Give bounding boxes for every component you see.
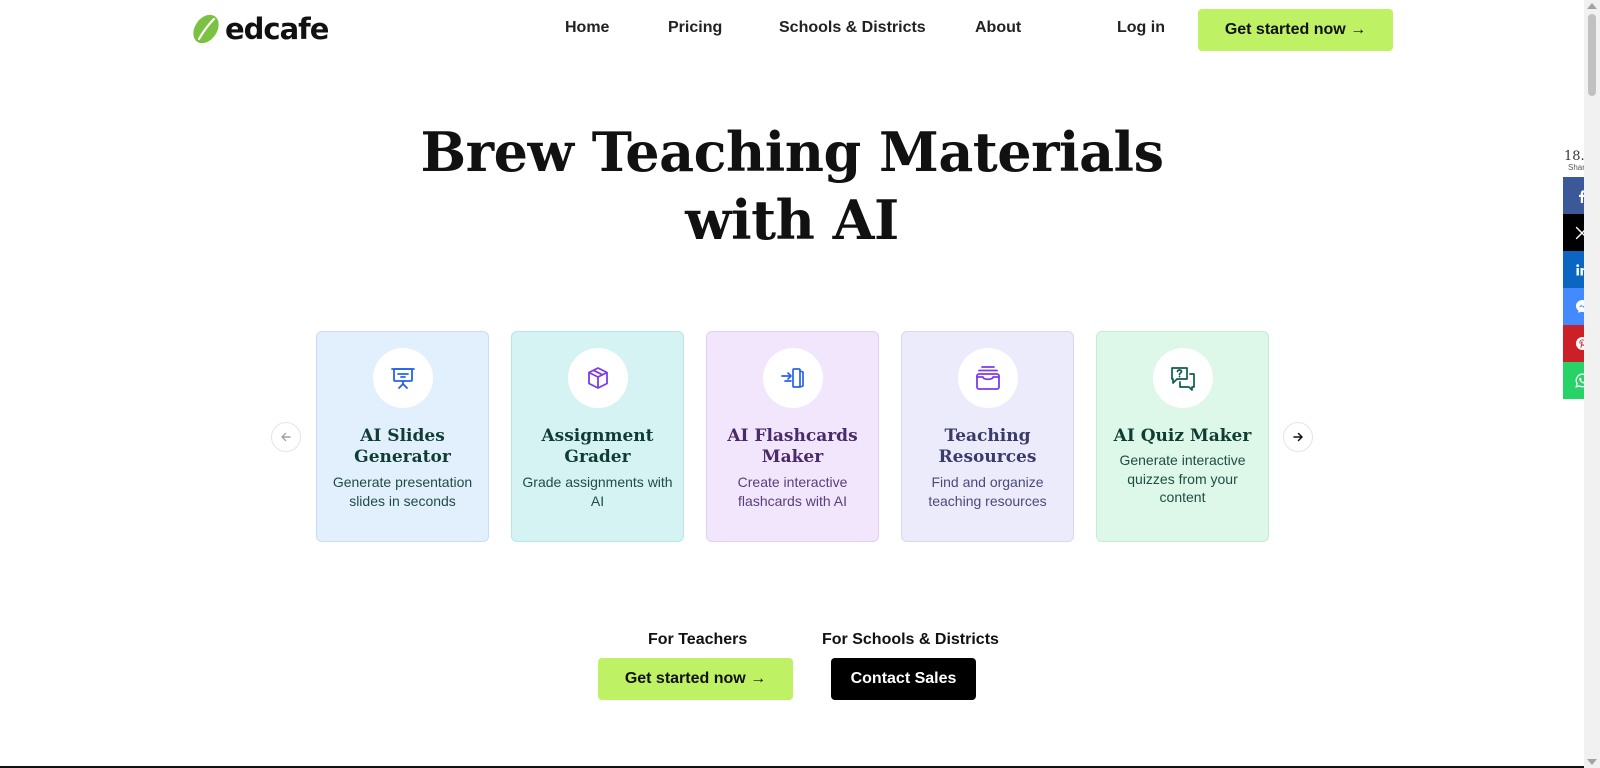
card-description: Grade assignments with AI — [522, 474, 673, 509]
header-get-started-button[interactable]: Get started now → — [1198, 9, 1393, 51]
carousel-next-button[interactable] — [1283, 422, 1313, 452]
teachers-get-started-button[interactable]: Get started now → — [598, 658, 793, 700]
page-scrollbar[interactable] — [1584, 0, 1600, 768]
card-description: Generate interactive quizzes from your c… — [1119, 452, 1246, 505]
arrow-right-icon — [1293, 432, 1303, 442]
for-teachers-label: For Teachers — [648, 631, 748, 648]
contact-sales-button[interactable]: Contact Sales — [831, 658, 976, 700]
hero-title: Brew Teaching Materials with AI — [0, 118, 1584, 254]
card-assignment-grader[interactable]: Assignment Grader Grade assignments with… — [511, 331, 684, 542]
archive-box-icon — [976, 366, 1000, 390]
for-schools-label: For Schools & Districts — [822, 631, 999, 648]
card-teaching-resources[interactable]: Teaching Resources Find and organize tea… — [901, 331, 1074, 542]
nav-schools-districts[interactable]: Schools & Districts — [779, 19, 926, 37]
arrow-left-icon — [281, 432, 291, 442]
card-icon-wrap — [373, 348, 433, 408]
card-description: Find and organize teaching resources — [928, 474, 1047, 509]
cube-icon — [588, 367, 608, 389]
hero-title-line-2: with AI — [685, 188, 899, 252]
card-description: Generate presentation slides in seconds — [332, 474, 473, 509]
card-title: AI Flashcards Maker — [727, 426, 858, 467]
login-link[interactable]: Log in — [1117, 19, 1165, 37]
nav-about[interactable]: About — [975, 19, 1021, 37]
scroll-up-arrow-icon[interactable] — [1587, 3, 1597, 9]
card-icon-wrap — [958, 348, 1018, 408]
presentation-board-icon — [391, 368, 415, 389]
card-ai-quiz-maker[interactable]: AI Quiz Maker Generate interactive quizz… — [1096, 331, 1269, 542]
scrollbar-thumb[interactable] — [1588, 14, 1596, 96]
card-title: Assignment Grader — [541, 426, 654, 467]
card-title: Teaching Resources — [938, 426, 1037, 467]
nav-home[interactable]: Home — [565, 19, 609, 37]
card-description: Create interactive flashcards with AI — [737, 474, 848, 509]
card-title: AI Quiz Maker — [1113, 426, 1252, 446]
site-header: edcafe Home Pricing Schools & Districts … — [0, 0, 1584, 60]
card-icon-wrap — [763, 348, 823, 408]
card-icon-wrap — [1153, 348, 1213, 408]
brand-name: edcafe — [225, 12, 329, 46]
card-ai-slides-generator[interactable]: AI Slides Generator Generate presentatio… — [316, 331, 489, 542]
scroll-down-arrow-icon[interactable] — [1587, 759, 1597, 765]
nav-pricing[interactable]: Pricing — [668, 19, 722, 37]
hero-title-line-1: Brew Teaching Materials — [420, 120, 1164, 184]
flashcards-icon — [781, 368, 804, 388]
card-icon-wrap — [568, 348, 628, 408]
logo[interactable]: edcafe — [191, 12, 329, 46]
coffee-bean-logo-icon — [193, 14, 219, 44]
carousel-prev-button[interactable] — [271, 422, 301, 452]
quiz-chat-icon — [1171, 367, 1195, 391]
card-title: AI Slides Generator — [354, 426, 451, 467]
card-ai-flashcards-maker[interactable]: AI Flashcards Maker Create interactive f… — [706, 331, 879, 542]
